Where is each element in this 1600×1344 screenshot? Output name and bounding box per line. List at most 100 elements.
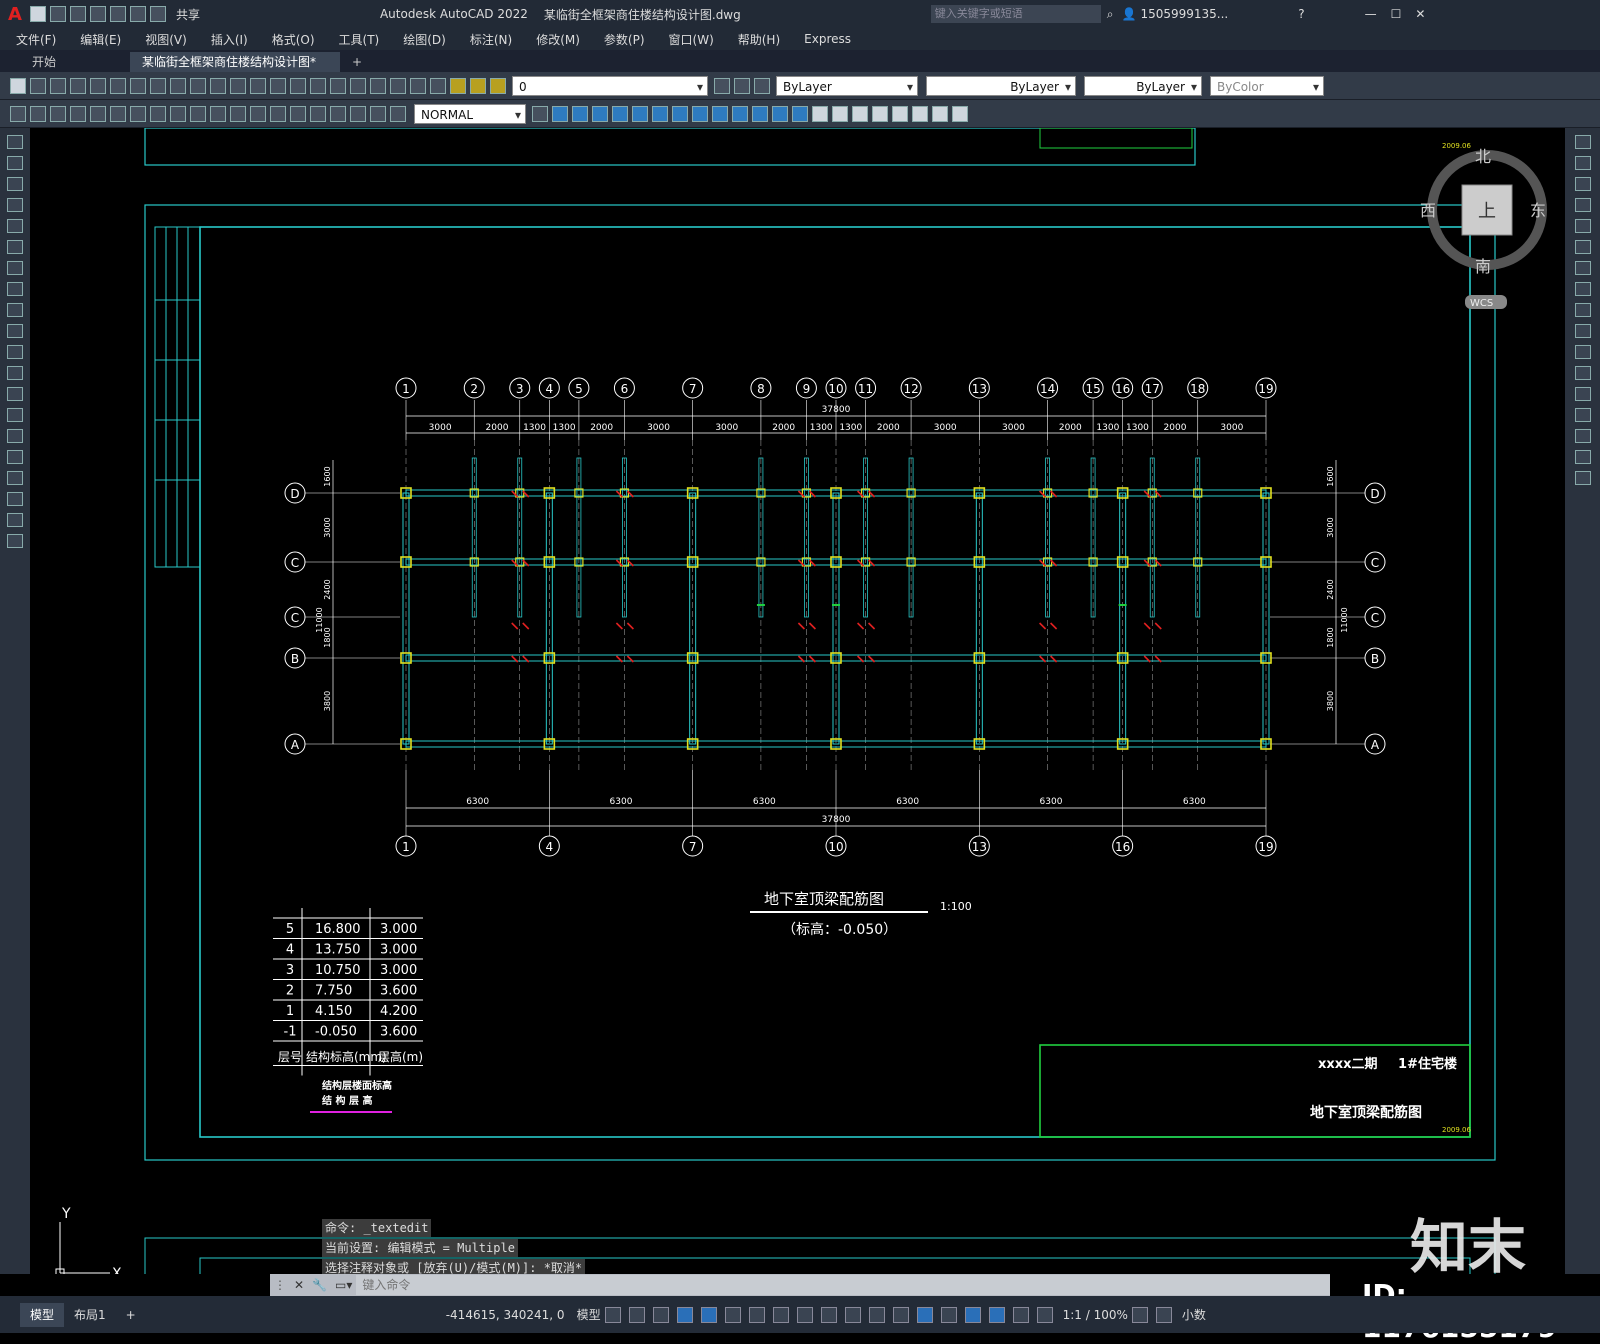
ellipse-arc-icon[interactable] bbox=[7, 345, 23, 359]
infer-icon[interactable] bbox=[652, 1306, 669, 1323]
pan-icon[interactable] bbox=[230, 77, 246, 94]
preview-icon[interactable] bbox=[90, 77, 106, 94]
fillet-icon[interactable] bbox=[1574, 429, 1591, 443]
dyn-ucs-icon[interactable] bbox=[916, 1306, 933, 1323]
tab-document[interactable]: 某临街全框架商住楼结构设计图* bbox=[130, 52, 340, 72]
grip-icon[interactable]: ⋮ bbox=[274, 1278, 286, 1292]
user-icon[interactable]: 👤 bbox=[1121, 7, 1136, 21]
line-icon[interactable] bbox=[7, 135, 23, 149]
undo-icon[interactable] bbox=[129, 6, 146, 22]
properties-icon[interactable] bbox=[290, 77, 306, 94]
region-icon[interactable] bbox=[7, 471, 23, 485]
view-front-icon[interactable] bbox=[832, 105, 848, 122]
tolerance-icon[interactable] bbox=[270, 105, 286, 122]
otrack-icon[interactable] bbox=[772, 1306, 789, 1323]
cut-icon[interactable] bbox=[110, 77, 126, 94]
rotate-icon[interactable] bbox=[1574, 261, 1591, 275]
user-name[interactable]: 1505999135... bbox=[1140, 7, 1228, 21]
search-input[interactable]: 键入关键字或短语 bbox=[930, 5, 1101, 23]
undo-icon[interactable] bbox=[190, 77, 206, 94]
close-icon[interactable]: ✕ bbox=[1415, 7, 1425, 21]
share-button[interactable]: 共享 bbox=[176, 6, 200, 23]
lineweight-select[interactable]: ByLayer bbox=[1084, 75, 1202, 97]
new-tab-icon[interactable]: + bbox=[340, 52, 374, 72]
dim-edit-icon[interactable] bbox=[350, 105, 366, 122]
selection-filter-icon[interactable] bbox=[940, 1306, 957, 1323]
markup-icon[interactable] bbox=[370, 77, 386, 94]
dim-baseline-icon[interactable] bbox=[190, 105, 206, 122]
shell-icon[interactable] bbox=[752, 105, 768, 122]
offset-icon[interactable] bbox=[1574, 198, 1591, 212]
drawing-canvas[interactable]: xxxx二期 1#住宅楼 地下室顶梁配筋图 2009.06 2009.06 12… bbox=[30, 128, 1565, 1274]
dim-space-icon[interactable] bbox=[230, 105, 246, 122]
menu-dimension[interactable]: 标注(N) bbox=[470, 31, 512, 48]
erase-icon[interactable] bbox=[1574, 135, 1591, 149]
dim-style-icon[interactable] bbox=[532, 105, 548, 122]
gizmo-icon[interactable] bbox=[964, 1306, 981, 1323]
dim-update-icon[interactable] bbox=[390, 105, 406, 122]
osnap-icon[interactable] bbox=[796, 1306, 813, 1323]
menu-modify[interactable]: 修改(M) bbox=[536, 31, 580, 48]
plot-icon[interactable] bbox=[70, 77, 86, 94]
ucs-icon[interactable] bbox=[872, 105, 888, 122]
layer-previous-icon[interactable] bbox=[734, 77, 750, 94]
customize-icon[interactable]: 🔧 bbox=[312, 1278, 327, 1292]
maximize-icon[interactable]: ☐ bbox=[1391, 7, 1402, 21]
hatch-icon[interactable] bbox=[7, 429, 23, 443]
ellipse-icon[interactable] bbox=[7, 324, 23, 338]
grid-icon[interactable] bbox=[604, 1306, 621, 1323]
new-icon[interactable] bbox=[29, 6, 46, 22]
isodraft-icon[interactable] bbox=[748, 1306, 765, 1323]
move-icon[interactable] bbox=[1574, 240, 1591, 254]
break-icon[interactable] bbox=[1574, 366, 1591, 380]
viewcube-north[interactable]: 北 bbox=[1475, 147, 1491, 166]
dim-angular-icon[interactable] bbox=[150, 105, 166, 122]
ucs-object-icon[interactable] bbox=[952, 105, 968, 122]
redo-icon[interactable] bbox=[210, 77, 226, 94]
quick-dim-icon[interactable] bbox=[170, 105, 186, 122]
menu-insert[interactable]: 插入(I) bbox=[211, 31, 248, 48]
solid-subtract-icon[interactable] bbox=[592, 105, 608, 122]
lineweight-icon[interactable] bbox=[820, 1306, 837, 1323]
auto-scale-icon[interactable] bbox=[1012, 1306, 1029, 1323]
lock-icon[interactable] bbox=[490, 77, 506, 94]
close-command-icon[interactable]: ✕ bbox=[294, 1278, 304, 1292]
menu-edit[interactable]: 编辑(E) bbox=[80, 31, 121, 48]
dim-ordinate-icon[interactable] bbox=[70, 105, 86, 122]
save-as-icon[interactable] bbox=[89, 6, 106, 22]
table-icon[interactable] bbox=[7, 492, 23, 506]
menu-format[interactable]: 格式(O) bbox=[272, 31, 315, 48]
dim-continue-icon[interactable] bbox=[210, 105, 226, 122]
zoom-icon[interactable] bbox=[250, 77, 266, 94]
design-center-icon[interactable] bbox=[310, 77, 326, 94]
coordinates[interactable]: -414615, 340241, 0 bbox=[446, 1308, 565, 1322]
minimize-icon[interactable]: — bbox=[1365, 7, 1377, 21]
array-icon[interactable] bbox=[1574, 219, 1591, 233]
save-icon[interactable] bbox=[69, 6, 86, 22]
add-layout-icon[interactable]: + bbox=[116, 1303, 146, 1327]
layer-select[interactable]: 0 bbox=[512, 75, 708, 97]
sheet-set-icon[interactable] bbox=[350, 77, 366, 94]
revolve-icon[interactable] bbox=[632, 105, 648, 122]
make-current-icon[interactable] bbox=[714, 77, 730, 94]
copy-icon[interactable] bbox=[130, 77, 146, 94]
center-mark-icon[interactable] bbox=[290, 105, 306, 122]
make-block-icon[interactable] bbox=[7, 387, 23, 401]
polar-icon[interactable] bbox=[724, 1306, 741, 1323]
dim-text-edit-icon[interactable] bbox=[370, 105, 386, 122]
workspace-gear-icon[interactable] bbox=[1131, 1306, 1148, 1323]
tab-start[interactable]: 开始 bbox=[20, 52, 130, 72]
autocad-logo-icon[interactable]: A bbox=[8, 4, 22, 25]
dim-arc-icon[interactable] bbox=[50, 105, 66, 122]
command-input[interactable] bbox=[356, 1275, 1330, 1295]
dim-linear-icon[interactable] bbox=[10, 105, 26, 122]
copy-object-icon[interactable] bbox=[1574, 156, 1591, 170]
view-iso-icon[interactable] bbox=[852, 105, 868, 122]
dim-radius-icon[interactable] bbox=[90, 105, 106, 122]
insert-block-icon[interactable] bbox=[7, 366, 23, 380]
plot-icon[interactable] bbox=[109, 6, 126, 22]
interfere-icon[interactable] bbox=[692, 105, 708, 122]
help-icon[interactable]: ? bbox=[1298, 7, 1304, 21]
annotation-monitor-icon[interactable] bbox=[1155, 1306, 1172, 1323]
new-icon[interactable] bbox=[10, 77, 26, 94]
